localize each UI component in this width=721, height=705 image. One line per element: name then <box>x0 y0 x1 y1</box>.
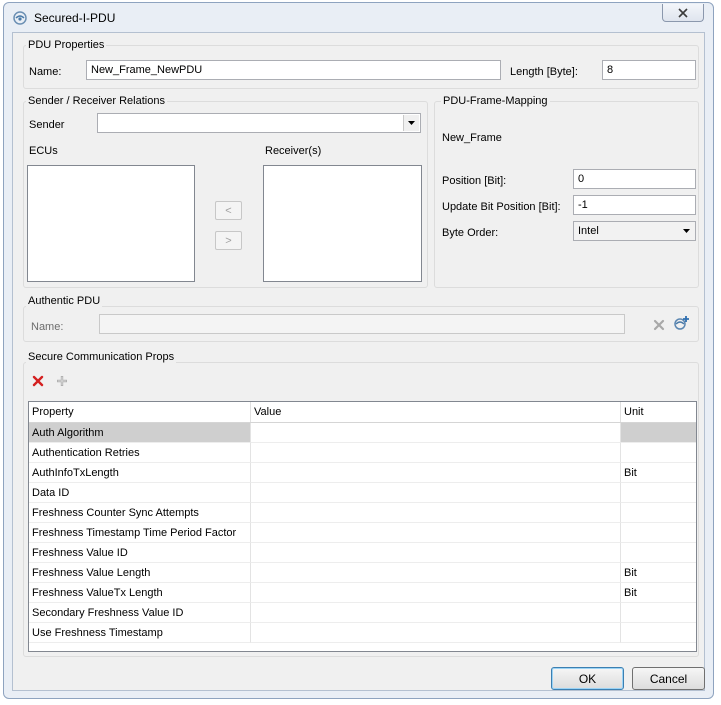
authentic-pdu-name-label: Name: <box>31 321 64 333</box>
authentic-pdu-heading: Authentic PDU <box>26 295 103 307</box>
property-cell[interactable]: Freshness Timestamp Time Period Factor <box>29 523 251 543</box>
value-cell[interactable] <box>251 603 621 623</box>
property-cell[interactable]: Authentication Retries <box>29 443 251 463</box>
app-icon <box>12 10 28 26</box>
byte-order-value: Intel <box>578 225 599 237</box>
byte-order-label: Byte Order: <box>442 227 499 239</box>
property-cell[interactable]: Freshness Counter Sync Attempts <box>29 503 251 523</box>
value-cell[interactable] <box>251 543 621 563</box>
frame-name-text: New_Frame <box>442 132 502 144</box>
table-row[interactable]: Freshness Timestamp Time Period Factor <box>29 523 696 543</box>
property-cell[interactable]: Auth Algorithm <box>29 423 251 443</box>
table-row[interactable]: Use Freshness Timestamp <box>29 623 696 643</box>
sender-combobox[interactable] <box>97 113 421 133</box>
length-label: Length [Byte]: <box>510 66 578 78</box>
pdu-name-label: Name: <box>29 66 62 78</box>
dialog-window: Secured-I-PDU PDU Properties Name: New_F… <box>3 2 714 699</box>
table-row[interactable]: Freshness Value ID <box>29 543 696 563</box>
ecus-label: ECUs <box>29 145 58 157</box>
value-cell[interactable] <box>251 483 621 503</box>
sender-label: Sender <box>29 119 65 131</box>
property-cell[interactable]: Freshness Value ID <box>29 543 251 563</box>
unit-cell <box>621 543 696 563</box>
title-bar: Secured-I-PDU <box>4 3 713 33</box>
column-header-property[interactable]: Property <box>29 402 251 422</box>
table-row[interactable]: Authentication Retries <box>29 443 696 463</box>
plus-icon <box>57 376 67 386</box>
unit-cell <box>621 503 696 523</box>
property-cell[interactable]: Use Freshness Timestamp <box>29 623 251 643</box>
table-row[interactable]: AuthInfoTxLength Bit <box>29 463 696 483</box>
property-cell[interactable]: AuthInfoTxLength <box>29 463 251 483</box>
update-bit-position-label: Update Bit Position [Bit]: <box>442 201 561 213</box>
table-row[interactable]: Freshness ValueTx Length Bit <box>29 583 696 603</box>
unit-cell <box>621 603 696 623</box>
table-row[interactable]: Auth Algorithm <box>29 423 696 443</box>
move-to-receivers-button[interactable]: > <box>215 231 242 250</box>
delete-prop-button[interactable] <box>30 373 46 389</box>
secure-comm-table[interactable]: Property Value Unit Auth Algorithm Authe… <box>28 401 697 652</box>
ok-button[interactable]: OK <box>551 667 624 690</box>
unit-cell <box>621 423 696 443</box>
select-authentic-pdu-button[interactable] <box>673 315 691 331</box>
table-header: Property Value Unit <box>29 402 696 423</box>
unit-cell <box>621 523 696 543</box>
column-header-unit[interactable]: Unit <box>621 402 696 422</box>
table-row[interactable]: Secondary Freshness Value ID <box>29 603 696 623</box>
pdu-add-icon <box>674 316 689 330</box>
close-icon <box>678 7 688 18</box>
table-row[interactable]: Freshness Counter Sync Attempts <box>29 503 696 523</box>
table-row[interactable]: Freshness Value Length Bit <box>29 563 696 583</box>
value-cell[interactable] <box>251 463 621 483</box>
value-cell[interactable] <box>251 623 621 643</box>
value-cell[interactable] <box>251 563 621 583</box>
clear-authentic-pdu-button[interactable] <box>651 317 667 333</box>
frame-mapping-heading: PDU-Frame-Mapping <box>441 95 550 107</box>
move-to-ecus-button[interactable]: < <box>215 201 242 220</box>
chevron-down-icon[interactable] <box>679 223 694 239</box>
update-bit-position-input[interactable]: -1 <box>573 195 696 215</box>
pdu-name-input[interactable]: New_Frame_NewPDU <box>86 60 501 80</box>
chevron-down-icon[interactable] <box>403 115 419 131</box>
receivers-label: Receiver(s) <box>265 145 322 157</box>
property-cell[interactable]: Secondary Freshness Value ID <box>29 603 251 623</box>
add-prop-button[interactable] <box>54 373 70 389</box>
table-row[interactable]: Data ID <box>29 483 696 503</box>
sender-receiver-heading: Sender / Receiver Relations <box>26 95 167 107</box>
unit-cell <box>621 483 696 503</box>
byte-order-select[interactable]: Intel <box>573 221 696 241</box>
delete-icon <box>653 319 665 331</box>
dialog-client-area: PDU Properties Name: New_Frame_NewPDU Le… <box>12 32 705 691</box>
authentic-pdu-name-input[interactable] <box>99 314 625 334</box>
property-cell[interactable]: Data ID <box>29 483 251 503</box>
value-cell[interactable] <box>251 583 621 603</box>
value-cell[interactable] <box>251 503 621 523</box>
unit-cell: Bit <box>621 583 696 603</box>
value-cell[interactable] <box>251 443 621 463</box>
cancel-button[interactable]: Cancel <box>632 667 705 690</box>
unit-cell: Bit <box>621 563 696 583</box>
length-input[interactable]: 8 <box>602 60 696 80</box>
unit-cell <box>621 623 696 643</box>
value-cell[interactable] <box>251 523 621 543</box>
delete-icon <box>32 375 44 387</box>
receivers-listbox[interactable] <box>263 165 422 282</box>
unit-cell <box>621 443 696 463</box>
property-cell[interactable]: Freshness Value Length <box>29 563 251 583</box>
column-header-value[interactable]: Value <box>251 402 621 422</box>
position-input[interactable]: 0 <box>573 169 696 189</box>
window-title: Secured-I-PDU <box>34 11 116 25</box>
pdu-properties-heading: PDU Properties <box>26 39 107 51</box>
close-button[interactable] <box>662 4 704 22</box>
secure-comm-heading: Secure Communication Props <box>26 351 177 363</box>
ecus-listbox[interactable] <box>27 165 195 282</box>
unit-cell: Bit <box>621 463 696 483</box>
value-cell[interactable] <box>251 423 621 443</box>
property-cell[interactable]: Freshness ValueTx Length <box>29 583 251 603</box>
position-label: Position [Bit]: <box>442 175 507 187</box>
